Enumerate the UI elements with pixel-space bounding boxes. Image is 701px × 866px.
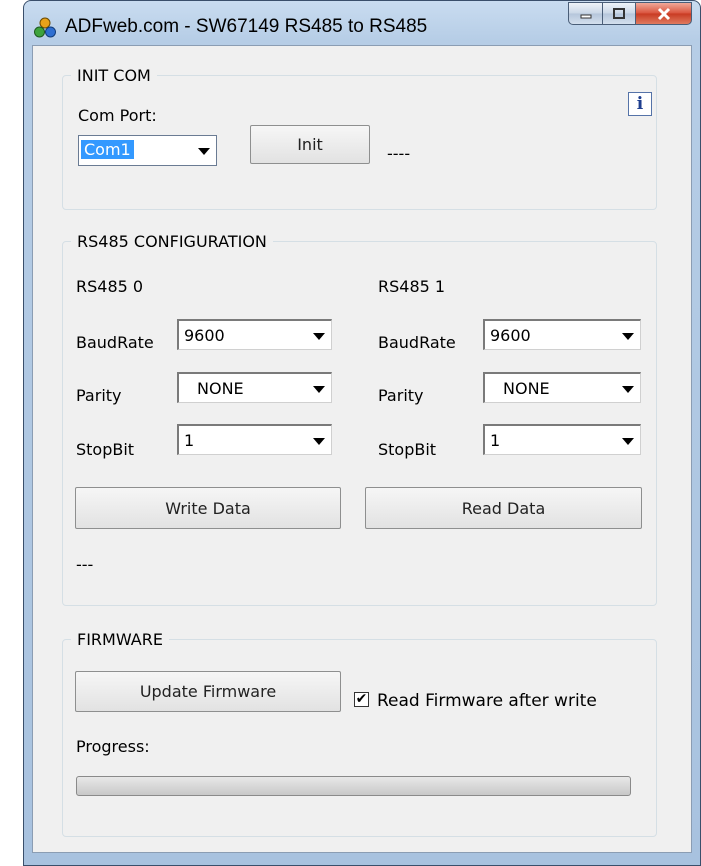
close-icon [657,7,670,20]
com-port-value: Com1 [81,140,134,159]
read-firmware-label: Read Firmware after write [377,691,597,711]
parity-1-select[interactable]: NONE [483,372,641,403]
baudrate-1-value: 9600 [490,326,531,345]
baudrate-0-label: BaudRate [76,333,154,352]
init-status: ---- [387,144,411,163]
rs485-0-title: RS485 0 [76,277,144,296]
parity-0-label: Parity [76,386,122,405]
write-data-button[interactable]: Write Data [75,487,341,529]
stopbit-0-select[interactable]: 1 [177,424,332,455]
baudrate-0-select[interactable]: 9600 [177,319,332,350]
baudrate-0-value: 9600 [184,326,225,345]
read-data-button[interactable]: Read Data [365,487,642,529]
parity-0-value: NONE [197,379,244,398]
stopbit-1-value: 1 [490,431,501,450]
stopbit-1-select[interactable]: 1 [483,424,641,455]
adfweb-logo-icon [34,17,56,38]
minimize-button[interactable] [568,2,602,25]
chevron-down-icon [622,438,634,445]
init-button[interactable]: Init [250,125,370,164]
chevron-down-icon [313,386,325,393]
parity-1-value: NONE [503,379,550,398]
firmware-legend: FIRMWARE [77,630,163,649]
rs485-status: --- [76,555,94,574]
rs485-config-group: RS485 CONFIGURATION [62,232,657,606]
info-icon[interactable]: i [628,92,652,116]
rs485-config-legend: RS485 CONFIGURATION [77,232,267,251]
stopbit-0-value: 1 [184,431,195,450]
maximize-button[interactable] [602,2,635,25]
minimize-icon [580,14,591,18]
caption-buttons [568,2,692,26]
chevron-down-icon [198,148,210,155]
window-title: ADFweb.com - SW67149 RS485 to RS485 [65,16,428,37]
baudrate-1-select[interactable]: 9600 [483,319,641,350]
read-firmware-checkbox[interactable]: ✔ [354,692,369,707]
chevron-down-icon [313,438,325,445]
com-port-select[interactable]: Com1 [78,135,217,166]
firmware-progress-bar [76,776,631,796]
close-button[interactable] [635,2,692,25]
client-area: INIT COM i Com Port: Com1 Init ---- RS48… [32,45,692,853]
firmware-group: FIRMWARE [62,630,657,837]
stopbit-1-label: StopBit [378,440,437,459]
title-bar[interactable]: ADFweb.com - SW67149 RS485 to RS485 [24,1,700,45]
parity-1-label: Parity [378,386,424,405]
chevron-down-icon [622,333,634,340]
maximize-icon [613,7,625,19]
rs485-1-title: RS485 1 [378,277,446,296]
chevron-down-icon [622,386,634,393]
chevron-down-icon [313,333,325,340]
progress-label: Progress: [76,737,150,756]
update-firmware-button[interactable]: Update Firmware [75,671,341,712]
init-com-legend: INIT COM [77,66,151,85]
com-port-label: Com Port: [78,106,157,125]
app-window: ADFweb.com - SW67149 RS485 to RS485 INIT… [23,0,701,866]
baudrate-1-label: BaudRate [378,333,456,352]
parity-0-select[interactable]: NONE [177,372,332,403]
stopbit-0-label: StopBit [76,440,135,459]
